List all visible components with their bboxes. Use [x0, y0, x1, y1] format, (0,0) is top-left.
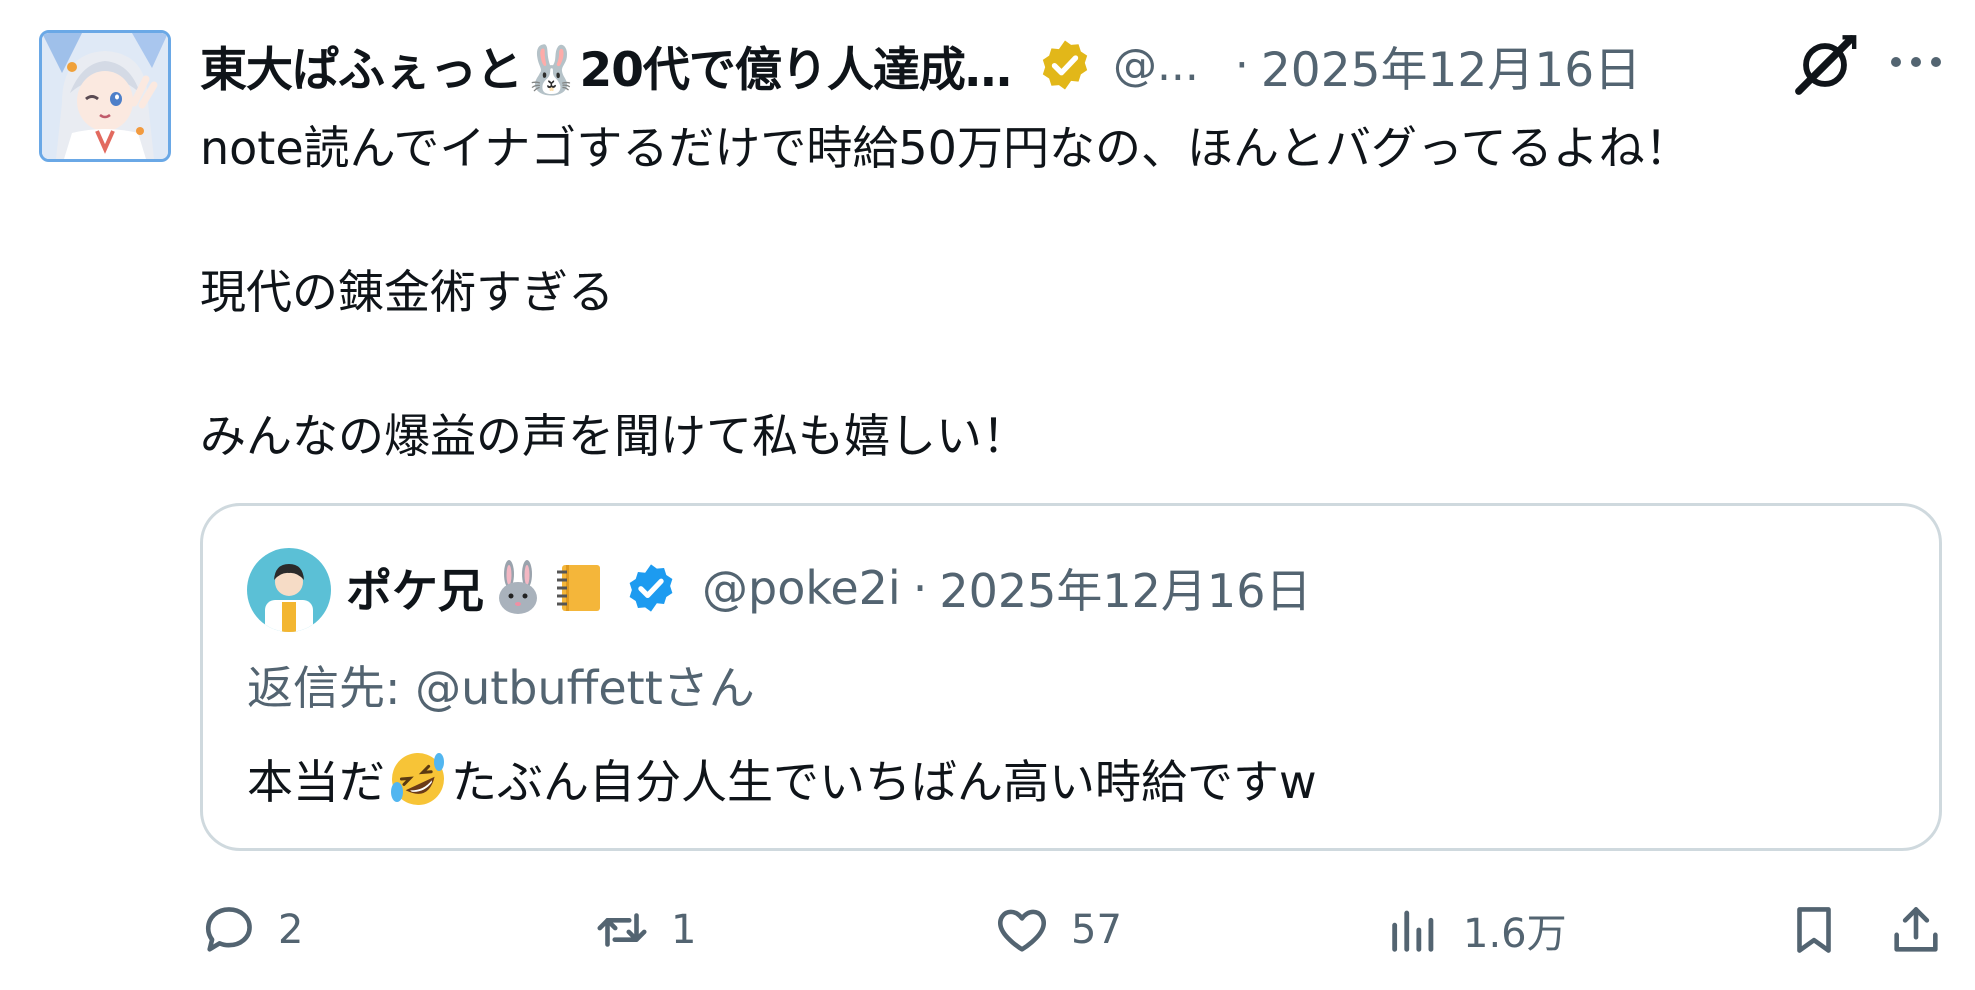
reply-count: 2 — [278, 907, 304, 953]
avatar-illustration-icon — [42, 33, 168, 159]
reply-to-text[interactable]: 返信先: @utbuffettさん — [247, 652, 755, 718]
views-button[interactable]: 1.6万 — [1385, 895, 1567, 965]
tweet-body-line: みんなの爆益の声を聞けて私も嬉しい！ — [200, 409, 1028, 463]
more-options-icon[interactable] — [1888, 42, 1944, 82]
rabbit-icon — [499, 560, 537, 614]
tweet-body: note読んでイナゴするだけで時給50万円なの、ほんとバグってるよね！ 現代の錬… — [200, 112, 1940, 472]
quoted-tweet[interactable]: ポケ兄 @poke2i · 2025年12月16日 返信先: @utbuffet… — [200, 503, 1942, 851]
quoted-text-part: 本当だ — [247, 755, 385, 809]
author-display-name[interactable]: 東大ぱふぇっと🐰20代で億り人達成… — [200, 31, 1011, 100]
quoted-header-separator: · — [912, 561, 928, 615]
tweet-body-blank-line — [200, 328, 1940, 400]
heart-icon — [998, 909, 1046, 952]
like-button[interactable]: 57 — [993, 895, 1122, 965]
share-button[interactable] — [1887, 895, 1945, 965]
quoted-author-display-name[interactable]: ポケ兄 — [346, 555, 484, 621]
grok-icon[interactable] — [1790, 30, 1860, 100]
header-separator: · — [1234, 39, 1249, 91]
repost-icon — [597, 913, 647, 947]
reply-button[interactable]: 2 — [200, 895, 303, 965]
reply-icon — [205, 907, 252, 952]
views-chart-icon — [1392, 910, 1434, 952]
bookmark-button[interactable] — [1785, 895, 1843, 965]
tweet-card[interactable]: 東大ぱふぇっと🐰20代で億り人達成… @... · 2025年12月16日 no… — [0, 0, 1975, 990]
share-icon — [1894, 907, 1938, 952]
tweet-body-line: note読んでイナゴするだけで時給50万円なの、ほんとバグってるよね！ — [200, 121, 1691, 175]
like-count: 57 — [1071, 907, 1122, 953]
quoted-author-handle[interactable]: @poke2i — [702, 561, 901, 615]
quoted-tweet-timestamp[interactable]: 2025年12月16日 — [939, 555, 1311, 621]
notebook-icon — [557, 565, 600, 611]
rolling-laughing-emoji — [391, 753, 444, 805]
tweet-body-line: 現代の錬金術すぎる — [200, 265, 614, 319]
quoted-tweet-header: ポケ兄 @poke2i · 2025年12月16日 — [346, 546, 1311, 630]
tweet-timestamp[interactable]: 2025年12月16日 — [1261, 31, 1641, 100]
author-avatar[interactable] — [39, 30, 171, 162]
repost-button[interactable]: 1 — [593, 895, 696, 965]
quoted-text-part: たぶん自分人生でいちばん高い時給ですw — [451, 755, 1317, 809]
tweet-header: 東大ぱふぇっと🐰20代で億り人達成… @... · 2025年12月16日 — [200, 30, 1940, 100]
person-avatar-icon — [247, 548, 331, 632]
author-handle[interactable]: @... — [1113, 40, 1199, 91]
blue-check-badge-icon[interactable] — [624, 561, 678, 615]
views-count: 1.6万 — [1463, 911, 1567, 957]
action-bar: 2 1 57 1.6万 — [200, 895, 1945, 965]
gold-check-badge-icon[interactable] — [1037, 37, 1093, 93]
tweet-body-blank-line — [200, 184, 1940, 256]
repost-count: 1 — [671, 907, 697, 953]
quoted-tweet-text: 本当だ たぶん自分人生でいちばん高い時給ですw — [247, 746, 1317, 812]
quoted-author-avatar[interactable] — [247, 548, 331, 632]
bookmark-icon — [1797, 907, 1831, 953]
